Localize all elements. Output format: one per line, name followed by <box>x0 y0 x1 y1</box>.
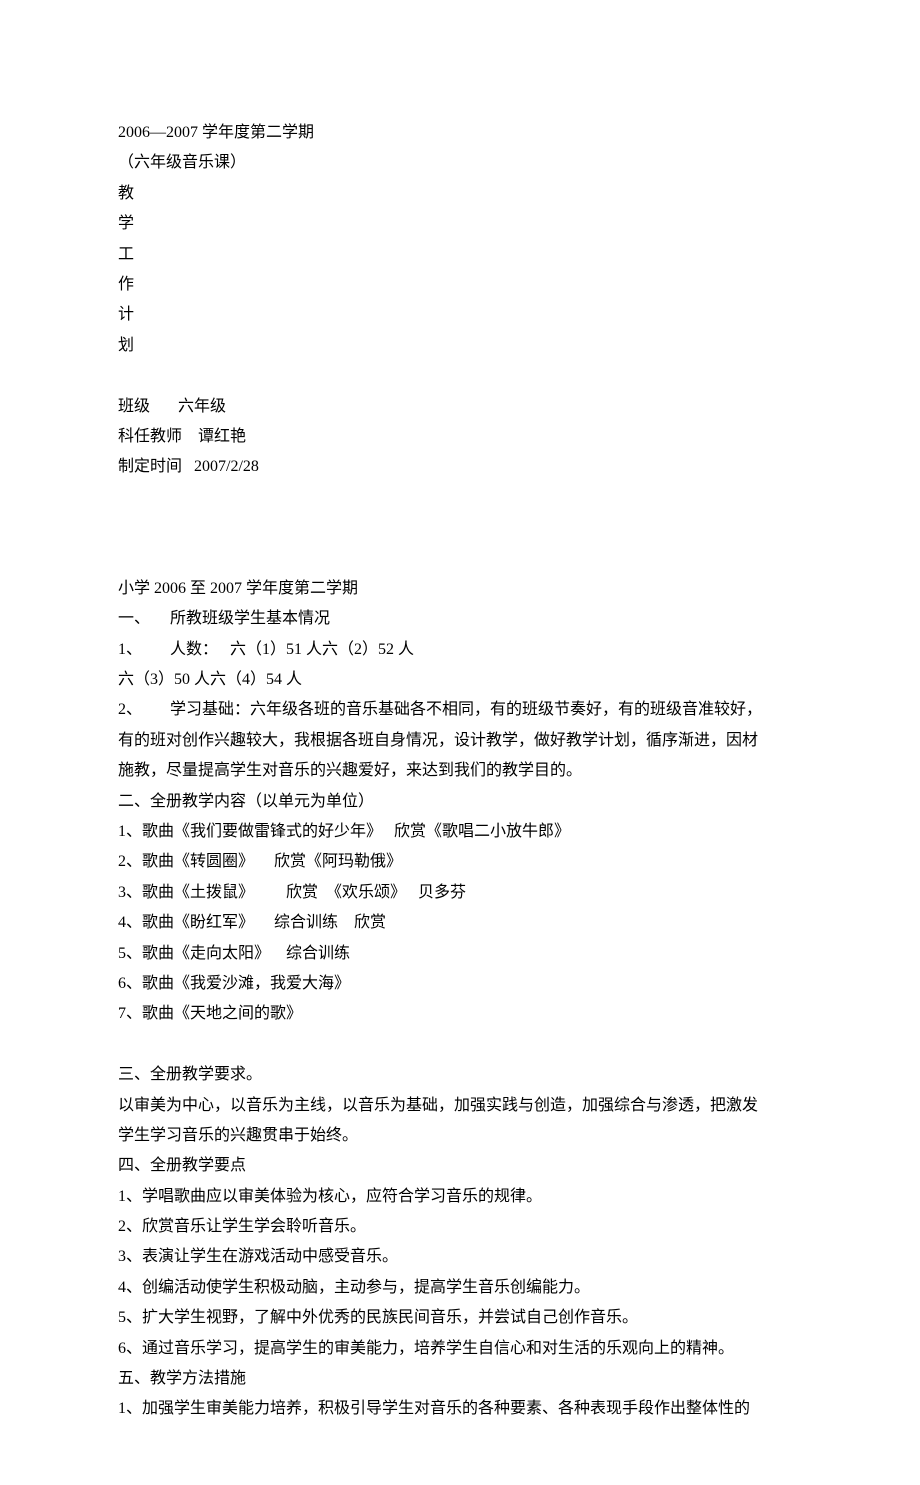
section-2-item: 7、歌曲《天地之间的歌》 <box>118 999 802 1029</box>
title-char-2: 学 <box>118 209 802 239</box>
section-4-item: 5、扩大学生视野，了解中外优秀的民族民间音乐，并尝试自己创作音乐。 <box>118 1303 802 1333</box>
date-line: 制定时间 2007/2/28 <box>118 452 802 482</box>
blank-spacer <box>118 483 802 513</box>
section-4-item: 1、学唱歌曲应以审美体验为核心，应符合学习音乐的规律。 <box>118 1182 802 1212</box>
section-1-item-2b: 有的班对创作兴趣较大，我根据各班自身情况，设计教学，做好教学计划，循序渐进，因材 <box>118 726 802 756</box>
section-1-title: 一、 所教班级学生基本情况 <box>118 604 802 634</box>
title-char-6: 划 <box>118 331 802 361</box>
section-4-title: 四、全册教学要点 <box>118 1151 802 1181</box>
semester-line: 2006—2007 学年度第二学期 <box>118 118 802 148</box>
class-line: 班级 六年级 <box>118 392 802 422</box>
school-semester-line: 小学 2006 至 2007 学年度第二学期 <box>118 574 802 604</box>
section-2-item: 3、歌曲《土拨鼠》 欣赏 《欢乐颂》 贝多芬 <box>118 878 802 908</box>
section-4-item: 6、通过音乐学习，提高学生的审美能力，培养学生自信心和对生活的乐观向上的精神。 <box>118 1334 802 1364</box>
section-4-item: 4、创编活动使学生积极动脑，主动参与，提高学生音乐创编能力。 <box>118 1273 802 1303</box>
section-2-item: 6、歌曲《我爱沙滩，我爱大海》 <box>118 969 802 999</box>
section-5-title: 五、教学方法措施 <box>118 1364 802 1394</box>
section-3-p1b: 学生学习音乐的兴趣贯串于始终。 <box>118 1121 802 1151</box>
section-1-item-2a: 2、 学习基础：六年级各班的音乐基础各不相同，有的班级节奏好，有的班级音准较好， <box>118 695 802 725</box>
section-1-item-1: 1、 人数： 六（1）51 人六（2）52 人 <box>118 635 802 665</box>
blank-spacer <box>118 1030 802 1060</box>
blank-spacer <box>118 543 802 573</box>
title-char-5: 计 <box>118 300 802 330</box>
grade-course-line: （六年级音乐课） <box>118 148 802 178</box>
blank-spacer <box>118 361 802 391</box>
title-char-4: 作 <box>118 270 802 300</box>
section-2-item: 2、歌曲《转圆圈》 欣赏《阿玛勒俄》 <box>118 847 802 877</box>
document-page: 2006—2007 学年度第二学期 （六年级音乐课） 教 学 工 作 计 划 班… <box>0 0 920 1485</box>
section-2-title: 二、全册教学内容（以单元为单位） <box>118 787 802 817</box>
section-1-item-2c: 施教，尽量提高学生对音乐的兴趣爱好，来达到我们的教学目的。 <box>118 756 802 786</box>
section-4-item: 2、欣赏音乐让学生学会聆听音乐。 <box>118 1212 802 1242</box>
section-4-item: 3、表演让学生在游戏活动中感受音乐。 <box>118 1242 802 1272</box>
section-5-item-1: 1、加强学生审美能力培养，积极引导学生对音乐的各种要素、各种表现手段作出整体性的 <box>118 1394 802 1424</box>
teacher-line: 科任教师 谭红艳 <box>118 422 802 452</box>
section-1-item-1b: 六（3）50 人六（4）54 人 <box>118 665 802 695</box>
section-2-item: 1、歌曲《我们要做雷锋式的好少年》 欣赏《歌唱二小放牛郎》 <box>118 817 802 847</box>
title-char-1: 教 <box>118 179 802 209</box>
section-2-item: 4、歌曲《盼红军》 综合训练 欣赏 <box>118 908 802 938</box>
section-3-title: 三、全册教学要求。 <box>118 1060 802 1090</box>
blank-spacer <box>118 513 802 543</box>
title-char-3: 工 <box>118 240 802 270</box>
section-2-item: 5、歌曲《走向太阳》 综合训练 <box>118 939 802 969</box>
section-3-p1a: 以审美为中心，以音乐为主线，以音乐为基础，加强实践与创造，加强综合与渗透，把激发 <box>118 1091 802 1121</box>
